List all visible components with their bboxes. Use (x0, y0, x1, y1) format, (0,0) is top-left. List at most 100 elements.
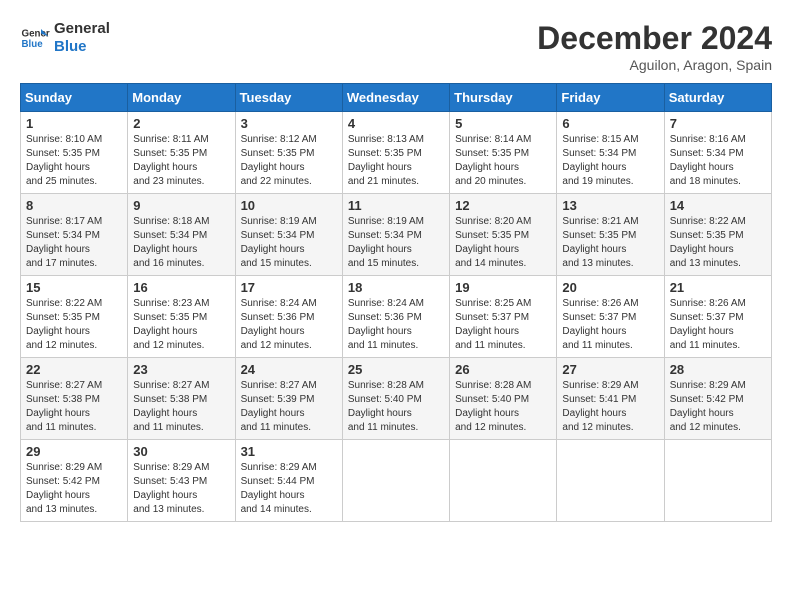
calendar-day-cell: 27 Sunrise: 8:29 AM Sunset: 5:41 PM Dayl… (557, 358, 664, 440)
day-info: Sunrise: 8:27 AM Sunset: 5:38 PM Dayligh… (133, 379, 229, 435)
logo-icon: General Blue (20, 23, 50, 53)
day-info: Sunrise: 8:18 AM Sunset: 5:34 PM Dayligh… (133, 215, 229, 271)
day-info: Sunrise: 8:20 AM Sunset: 5:35 PM Dayligh… (455, 215, 551, 271)
day-info: Sunrise: 8:10 AM Sunset: 5:35 PM Dayligh… (26, 133, 122, 189)
calendar-day-cell: 7 Sunrise: 8:16 AM Sunset: 5:34 PM Dayli… (664, 112, 771, 194)
calendar-day-cell: 21 Sunrise: 8:26 AM Sunset: 5:37 PM Dayl… (664, 276, 771, 358)
location-subtitle: Aguilon, Aragon, Spain (537, 57, 772, 73)
day-info: Sunrise: 8:29 AM Sunset: 5:42 PM Dayligh… (26, 461, 122, 517)
day-number: 6 (562, 116, 658, 131)
day-info: Sunrise: 8:19 AM Sunset: 5:34 PM Dayligh… (241, 215, 337, 271)
day-info: Sunrise: 8:11 AM Sunset: 5:35 PM Dayligh… (133, 133, 229, 189)
calendar-day-cell: 31 Sunrise: 8:29 AM Sunset: 5:44 PM Dayl… (235, 440, 342, 522)
day-number: 24 (241, 362, 337, 377)
calendar-day-cell (557, 440, 664, 522)
calendar-day-cell (342, 440, 449, 522)
calendar-week-row: 15 Sunrise: 8:22 AM Sunset: 5:35 PM Dayl… (21, 276, 772, 358)
calendar-day-cell: 17 Sunrise: 8:24 AM Sunset: 5:36 PM Dayl… (235, 276, 342, 358)
day-info: Sunrise: 8:28 AM Sunset: 5:40 PM Dayligh… (455, 379, 551, 435)
day-number: 31 (241, 444, 337, 459)
calendar-day-cell: 29 Sunrise: 8:29 AM Sunset: 5:42 PM Dayl… (21, 440, 128, 522)
day-info: Sunrise: 8:19 AM Sunset: 5:34 PM Dayligh… (348, 215, 444, 271)
col-wednesday: Wednesday (342, 84, 449, 112)
day-number: 7 (670, 116, 766, 131)
day-info: Sunrise: 8:29 AM Sunset: 5:44 PM Dayligh… (241, 461, 337, 517)
calendar-day-cell: 11 Sunrise: 8:19 AM Sunset: 5:34 PM Dayl… (342, 194, 449, 276)
day-number: 11 (348, 198, 444, 213)
day-info: Sunrise: 8:14 AM Sunset: 5:35 PM Dayligh… (455, 133, 551, 189)
day-number: 30 (133, 444, 229, 459)
calendar-week-row: 8 Sunrise: 8:17 AM Sunset: 5:34 PM Dayli… (21, 194, 772, 276)
day-info: Sunrise: 8:17 AM Sunset: 5:34 PM Dayligh… (26, 215, 122, 271)
logo-blue: Blue (54, 38, 110, 56)
day-info: Sunrise: 8:16 AM Sunset: 5:34 PM Dayligh… (670, 133, 766, 189)
day-info: Sunrise: 8:13 AM Sunset: 5:35 PM Dayligh… (348, 133, 444, 189)
calendar-day-cell (450, 440, 557, 522)
calendar-day-cell: 14 Sunrise: 8:22 AM Sunset: 5:35 PM Dayl… (664, 194, 771, 276)
day-number: 8 (26, 198, 122, 213)
day-info: Sunrise: 8:22 AM Sunset: 5:35 PM Dayligh… (26, 297, 122, 353)
day-number: 10 (241, 198, 337, 213)
calendar-day-cell: 25 Sunrise: 8:28 AM Sunset: 5:40 PM Dayl… (342, 358, 449, 440)
day-info: Sunrise: 8:29 AM Sunset: 5:43 PM Dayligh… (133, 461, 229, 517)
day-number: 5 (455, 116, 551, 131)
col-tuesday: Tuesday (235, 84, 342, 112)
day-number: 29 (26, 444, 122, 459)
calendar-day-cell: 9 Sunrise: 8:18 AM Sunset: 5:34 PM Dayli… (128, 194, 235, 276)
day-info: Sunrise: 8:29 AM Sunset: 5:41 PM Dayligh… (562, 379, 658, 435)
day-info: Sunrise: 8:22 AM Sunset: 5:35 PM Dayligh… (670, 215, 766, 271)
day-number: 3 (241, 116, 337, 131)
day-info: Sunrise: 8:24 AM Sunset: 5:36 PM Dayligh… (241, 297, 337, 353)
calendar-day-cell: 1 Sunrise: 8:10 AM Sunset: 5:35 PM Dayli… (21, 112, 128, 194)
calendar-day-cell: 23 Sunrise: 8:27 AM Sunset: 5:38 PM Dayl… (128, 358, 235, 440)
day-number: 4 (348, 116, 444, 131)
calendar-day-cell: 2 Sunrise: 8:11 AM Sunset: 5:35 PM Dayli… (128, 112, 235, 194)
calendar-table: Sunday Monday Tuesday Wednesday Thursday… (20, 83, 772, 522)
page-header: General Blue General Blue December 2024 … (20, 20, 772, 73)
calendar-day-cell: 6 Sunrise: 8:15 AM Sunset: 5:34 PM Dayli… (557, 112, 664, 194)
calendar-day-cell: 20 Sunrise: 8:26 AM Sunset: 5:37 PM Dayl… (557, 276, 664, 358)
calendar-day-cell: 22 Sunrise: 8:27 AM Sunset: 5:38 PM Dayl… (21, 358, 128, 440)
calendar-day-cell (664, 440, 771, 522)
day-number: 13 (562, 198, 658, 213)
day-number: 18 (348, 280, 444, 295)
day-info: Sunrise: 8:25 AM Sunset: 5:37 PM Dayligh… (455, 297, 551, 353)
calendar-day-cell: 26 Sunrise: 8:28 AM Sunset: 5:40 PM Dayl… (450, 358, 557, 440)
day-number: 9 (133, 198, 229, 213)
day-number: 23 (133, 362, 229, 377)
day-info: Sunrise: 8:27 AM Sunset: 5:39 PM Dayligh… (241, 379, 337, 435)
day-info: Sunrise: 8:26 AM Sunset: 5:37 PM Dayligh… (562, 297, 658, 353)
calendar-day-cell: 4 Sunrise: 8:13 AM Sunset: 5:35 PM Dayli… (342, 112, 449, 194)
calendar-week-row: 29 Sunrise: 8:29 AM Sunset: 5:42 PM Dayl… (21, 440, 772, 522)
day-number: 25 (348, 362, 444, 377)
day-info: Sunrise: 8:28 AM Sunset: 5:40 PM Dayligh… (348, 379, 444, 435)
day-number: 14 (670, 198, 766, 213)
day-info: Sunrise: 8:26 AM Sunset: 5:37 PM Dayligh… (670, 297, 766, 353)
calendar-day-cell: 15 Sunrise: 8:22 AM Sunset: 5:35 PM Dayl… (21, 276, 128, 358)
calendar-day-cell: 13 Sunrise: 8:21 AM Sunset: 5:35 PM Dayl… (557, 194, 664, 276)
calendar-day-cell: 3 Sunrise: 8:12 AM Sunset: 5:35 PM Dayli… (235, 112, 342, 194)
calendar-day-cell: 19 Sunrise: 8:25 AM Sunset: 5:37 PM Dayl… (450, 276, 557, 358)
day-number: 20 (562, 280, 658, 295)
day-info: Sunrise: 8:12 AM Sunset: 5:35 PM Dayligh… (241, 133, 337, 189)
title-block: December 2024 Aguilon, Aragon, Spain (537, 20, 772, 73)
day-number: 15 (26, 280, 122, 295)
calendar-day-cell: 12 Sunrise: 8:20 AM Sunset: 5:35 PM Dayl… (450, 194, 557, 276)
day-number: 2 (133, 116, 229, 131)
svg-text:Blue: Blue (22, 39, 44, 50)
calendar-day-cell: 5 Sunrise: 8:14 AM Sunset: 5:35 PM Dayli… (450, 112, 557, 194)
day-number: 19 (455, 280, 551, 295)
calendar-day-cell: 8 Sunrise: 8:17 AM Sunset: 5:34 PM Dayli… (21, 194, 128, 276)
col-sunday: Sunday (21, 84, 128, 112)
calendar-week-row: 22 Sunrise: 8:27 AM Sunset: 5:38 PM Dayl… (21, 358, 772, 440)
col-friday: Friday (557, 84, 664, 112)
day-number: 12 (455, 198, 551, 213)
day-info: Sunrise: 8:27 AM Sunset: 5:38 PM Dayligh… (26, 379, 122, 435)
calendar-week-row: 1 Sunrise: 8:10 AM Sunset: 5:35 PM Dayli… (21, 112, 772, 194)
day-info: Sunrise: 8:24 AM Sunset: 5:36 PM Dayligh… (348, 297, 444, 353)
day-number: 22 (26, 362, 122, 377)
calendar-header-row: Sunday Monday Tuesday Wednesday Thursday… (21, 84, 772, 112)
calendar-day-cell: 16 Sunrise: 8:23 AM Sunset: 5:35 PM Dayl… (128, 276, 235, 358)
calendar-day-cell: 24 Sunrise: 8:27 AM Sunset: 5:39 PM Dayl… (235, 358, 342, 440)
calendar-day-cell: 10 Sunrise: 8:19 AM Sunset: 5:34 PM Dayl… (235, 194, 342, 276)
